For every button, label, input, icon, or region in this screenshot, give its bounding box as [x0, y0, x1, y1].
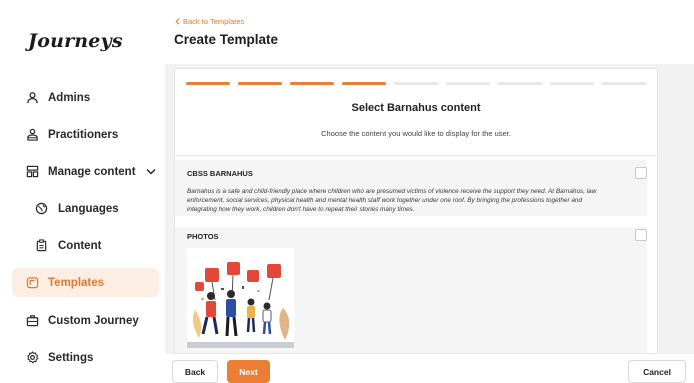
cbss-checkbox[interactable]	[635, 167, 647, 179]
option-description: Barnahus is a safe and child-friendly pl…	[187, 188, 597, 214]
sidebar-item-label: Practitioners	[48, 128, 119, 141]
step-progress	[186, 82, 646, 85]
photo-thumbnail	[187, 248, 294, 348]
sidebar-item-languages[interactable]: Languages	[12, 194, 159, 223]
app-logo: Journeys	[28, 30, 123, 52]
sidebar-item-label: Settings	[48, 351, 94, 364]
cancel-button[interactable]: Cancel	[628, 360, 686, 383]
wizard-subtitle: Choose the content you would like to dis…	[321, 129, 511, 138]
sidebar-item-custom-journey[interactable]: Custom Journey	[12, 306, 159, 335]
sidebar-item-practitioners[interactable]: Practitioners	[12, 120, 159, 149]
sidebar-item-label: Content	[58, 239, 102, 252]
back-link-label: Back to Templates	[183, 17, 245, 26]
sidebar-item-templates[interactable]: Templates	[12, 268, 159, 297]
page-header: Back to Templates Create Template	[168, 0, 694, 64]
progress-step	[238, 82, 282, 85]
globe-icon	[34, 202, 48, 216]
progress-step	[446, 82, 490, 85]
progress-step	[550, 82, 594, 85]
progress-step	[342, 82, 386, 85]
wizard-title: Select Barnahus content	[351, 102, 481, 114]
chevron-left-icon	[175, 18, 180, 25]
sidebar-item-label: Languages	[58, 202, 119, 215]
back-to-templates-link[interactable]: Back to Templates	[175, 17, 244, 26]
photos-checkbox[interactable]	[635, 229, 647, 241]
back-button[interactable]: Back	[172, 360, 218, 383]
layout-icon	[25, 165, 39, 179]
option-label: PHOTOS	[187, 232, 219, 241]
user-icon	[25, 91, 39, 105]
sidebar-item-label: Custom Journey	[48, 314, 139, 327]
template-icon	[25, 276, 39, 290]
sidebar-item-manage-content[interactable]: Manage content	[12, 157, 159, 186]
gear-icon	[25, 351, 39, 365]
content-option-photos: PHOTOS	[175, 227, 647, 353]
option-label: CBSS BARNAHUS	[187, 169, 253, 178]
sidebar-item-admins[interactable]: Admins	[12, 83, 159, 112]
progress-step	[186, 82, 230, 85]
chevron-down-icon[interactable]	[146, 168, 156, 175]
wizard-footer: Back Next Cancel	[165, 354, 694, 383]
progress-step	[602, 82, 646, 85]
progress-step	[498, 82, 542, 85]
page-title: Create Template	[174, 32, 279, 47]
content-option-cbss: CBSS BARNAHUS Barnahus is a safe and chi…	[175, 160, 647, 216]
sidebar: Journeys Admins Practitioners Manage con…	[0, 0, 168, 383]
progress-step	[290, 82, 334, 85]
sidebar-item-settings[interactable]: Settings	[12, 343, 159, 372]
sidebar-item-label: Manage content	[48, 165, 136, 178]
sidebar-item-content[interactable]: Content	[12, 231, 159, 260]
sidebar-item-label: Admins	[48, 91, 91, 104]
divider	[175, 155, 657, 156]
clipboard-icon	[34, 239, 48, 253]
wizard-card: Select Barnahus content Choose the conte…	[174, 68, 658, 354]
next-button[interactable]: Next	[227, 360, 270, 383]
sidebar-item-label: Templates	[48, 276, 105, 289]
crowd-illustration	[187, 248, 294, 348]
progress-step	[394, 82, 438, 85]
briefcase-icon	[25, 314, 39, 328]
users-icon	[25, 128, 39, 142]
